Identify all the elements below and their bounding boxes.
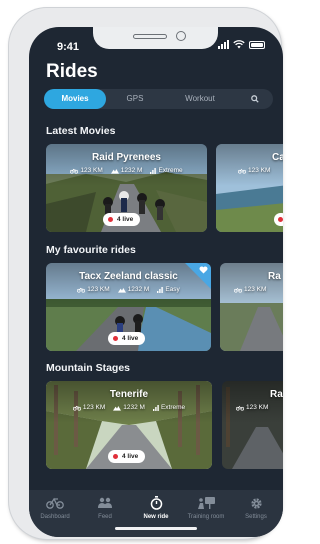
movie-card-partial[interactable]: Ca 123 KM [216,144,283,232]
live-dot-icon [113,336,118,341]
battery-icon [249,40,265,49]
mountain-stages-carousel[interactable]: Tenerife 123 KM 1232 M Extreme 4 live Ra… [46,381,283,469]
bike-icon [77,287,86,293]
live-riders-badge: 4 live [108,450,146,463]
mountain-icon [110,168,119,174]
live-dot-icon [278,217,283,222]
card-title: Tenerife [109,389,149,400]
section-title-favourite-rides: My favourite rides [46,244,136,256]
card-title: Ra [268,271,281,282]
phone-frame: 9:41 Rides Movies GPS Workout Latest Mov… [9,8,283,539]
speaker [133,34,167,39]
distance-stat: 123 KM [236,404,268,411]
notch [93,27,218,49]
difficulty-icon [150,167,157,174]
ride-card-tacx-zeeland-classic[interactable]: Tacx Zeeland classic 123 KM 1232 M Easy [46,263,211,351]
bike-icon [46,497,64,509]
home-indicator[interactable] [115,527,197,530]
wifi-icon [233,40,245,49]
live-riders-badge: 4 live [103,213,141,226]
tab-movies[interactable]: Movies [44,89,106,109]
app-screen: 9:41 Rides Movies GPS Workout Latest Mov… [29,27,283,537]
system-icons [218,40,265,49]
difficulty-stat: Extreme [152,404,185,411]
bottom-navigation: Dashboard Feed New ride Training room Se… [29,490,283,537]
card-title: Tacx Zeeland classic [79,271,178,282]
card-title: Raid Pyrenees [92,152,161,163]
status-time: 9:41 [57,41,80,53]
difficulty-icon [157,286,164,293]
stopwatch-icon [150,496,162,510]
distance-stat: 123 KM [72,404,105,411]
gear-icon [250,497,262,509]
card-title: Ra [270,389,283,400]
live-riders-badge: 4 live [108,332,146,345]
nav-training-room[interactable]: Training room [180,495,232,520]
bike-icon [70,168,79,174]
live-dot-icon [113,454,118,459]
card-stats: 123 KM [236,404,283,411]
bike-icon [238,168,246,174]
ride-type-tabs: Movies GPS Workout [44,89,273,109]
difficulty-stat: Extreme [150,167,183,174]
mountain-icon [117,287,126,293]
nav-new-ride[interactable]: New ride [130,495,182,520]
tab-gps[interactable]: GPS [106,89,164,109]
stage-card-tenerife[interactable]: Tenerife 123 KM 1232 M Extreme 4 live [46,381,212,469]
movie-card-raid-pyrenees[interactable]: Raid Pyrenees 123 KM 1232 M Extreme 4 li… [46,144,207,232]
section-title-mountain-stages: Mountain Stages [46,362,131,374]
bike-icon [234,287,242,293]
distance-stat: 123 KM [238,167,270,174]
bike-icon [72,405,81,411]
distance-stat: 123 KM [77,286,110,293]
ride-card-partial[interactable]: Ra 123 KM [220,263,283,351]
elevation-stat: 1232 M [117,286,149,293]
card-stats: 123 KM [234,286,283,293]
favourite-rides-carousel[interactable]: Tacx Zeeland classic 123 KM 1232 M Easy [46,263,283,351]
stage-card-partial[interactable]: Ra 123 KM [222,381,283,469]
card-stats: 123 KM 1232 M Extreme [46,167,207,174]
signal-icon [218,40,229,49]
page-title: Rides [46,61,98,82]
difficulty-icon [152,404,159,411]
nav-settings[interactable]: Settings [230,495,282,520]
nav-feed[interactable]: Feed [79,495,131,520]
front-camera [176,31,186,41]
card-stats: 123 KM 1232 M Extreme [46,404,212,411]
distance-stat: 123 KM [70,167,103,174]
live-riders-badge [274,213,283,226]
elevation-stat: 1232 M [113,404,145,411]
section-title-latest-movies: Latest Movies [46,125,116,137]
difficulty-stat: Easy [157,286,180,293]
card-stats: 123 KM 1232 M Easy [46,286,211,293]
card-title: Ca [272,152,283,163]
latest-movies-carousel[interactable]: Raid Pyrenees 123 KM 1232 M Extreme 4 li… [46,144,283,232]
bike-icon [236,405,244,411]
distance-stat: 123 KM [234,286,266,293]
live-dot-icon [108,217,113,222]
tab-workout[interactable]: Workout [164,89,236,109]
nav-dashboard[interactable]: Dashboard [29,495,81,520]
search-icon [250,95,259,103]
mountain-icon [113,405,122,411]
training-room-icon [198,496,215,509]
search-button[interactable] [236,89,273,109]
people-icon [98,497,112,508]
elevation-stat: 1232 M [110,167,142,174]
card-stats: 123 KM [238,167,283,174]
